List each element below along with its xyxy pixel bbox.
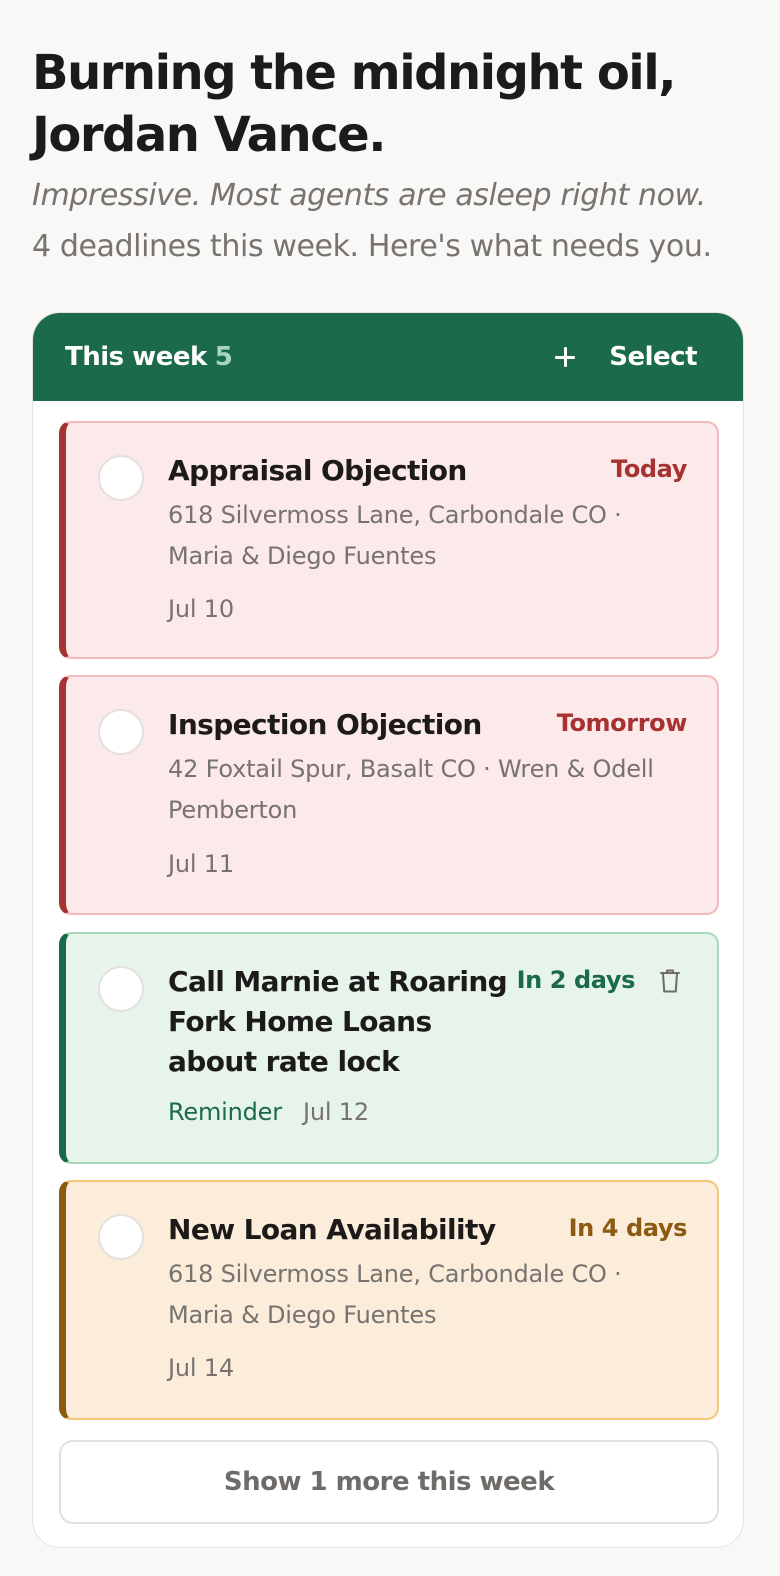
task-date: Jul 10	[168, 595, 234, 623]
this-week-panel: This week 5 Select Appraisal Objection T…	[32, 312, 744, 1548]
task-card-inspection-objection[interactable]: Inspection Objection Tomorrow 42 Foxtail…	[59, 675, 719, 915]
due-badge: In 4 days	[568, 1214, 688, 1242]
greeting-tagline: Impressive. Most agents are asleep right…	[32, 178, 706, 213]
task-card-new-loan-availability[interactable]: New Loan Availability In 4 days 618 Silv…	[59, 1180, 719, 1420]
task-title: Call Marnie at Roaring Fork Home Loans a…	[168, 965, 508, 1078]
trash-icon[interactable]	[659, 968, 681, 994]
task-title: Appraisal Objection	[168, 454, 467, 487]
plus-icon[interactable]	[551, 343, 579, 371]
task-title: New Loan Availability	[168, 1213, 496, 1246]
complete-checkbox[interactable]	[98, 709, 144, 755]
task-property: 618 Silvermoss Lane, Carbondale CO · Mar…	[168, 1260, 622, 1329]
complete-checkbox[interactable]	[98, 1214, 144, 1260]
due-badge: Tomorrow	[556, 709, 688, 737]
panel-header: This week 5 Select	[33, 313, 743, 401]
task-date: Jul 14	[168, 1354, 234, 1382]
greeting-heading: Burning the midnight oil, Jordan Vance.	[32, 45, 676, 163]
select-button[interactable]: Select	[609, 342, 697, 372]
reminder-label: Reminder	[168, 1098, 282, 1126]
show-more-button[interactable]: Show 1 more this week	[59, 1440, 719, 1524]
deadline-summary: 4 deadlines this week. Here's what needs…	[32, 229, 712, 264]
task-date: Jul 11	[168, 850, 234, 878]
panel-title: This week	[65, 342, 207, 372]
complete-checkbox[interactable]	[98, 966, 144, 1012]
task-property: 42 Foxtail Spur, Basalt CO · Wren & Odel…	[168, 755, 654, 824]
task-property: 618 Silvermoss Lane, Carbondale CO · Mar…	[168, 501, 622, 570]
task-title: Inspection Objection	[168, 708, 482, 741]
task-count-badge: 5	[214, 342, 233, 372]
task-date: Jul 12	[303, 1098, 369, 1126]
complete-checkbox[interactable]	[98, 455, 144, 501]
task-card-appraisal-objection[interactable]: Appraisal Objection Today 618 Silvermoss…	[59, 421, 719, 659]
task-card-reminder[interactable]: Call Marnie at Roaring Fork Home Loans a…	[59, 932, 719, 1164]
page: Burning the midnight oil, Jordan Vance. …	[0, 0, 780, 1576]
due-badge: In 2 days	[516, 966, 636, 994]
due-badge: Today	[611, 455, 687, 483]
